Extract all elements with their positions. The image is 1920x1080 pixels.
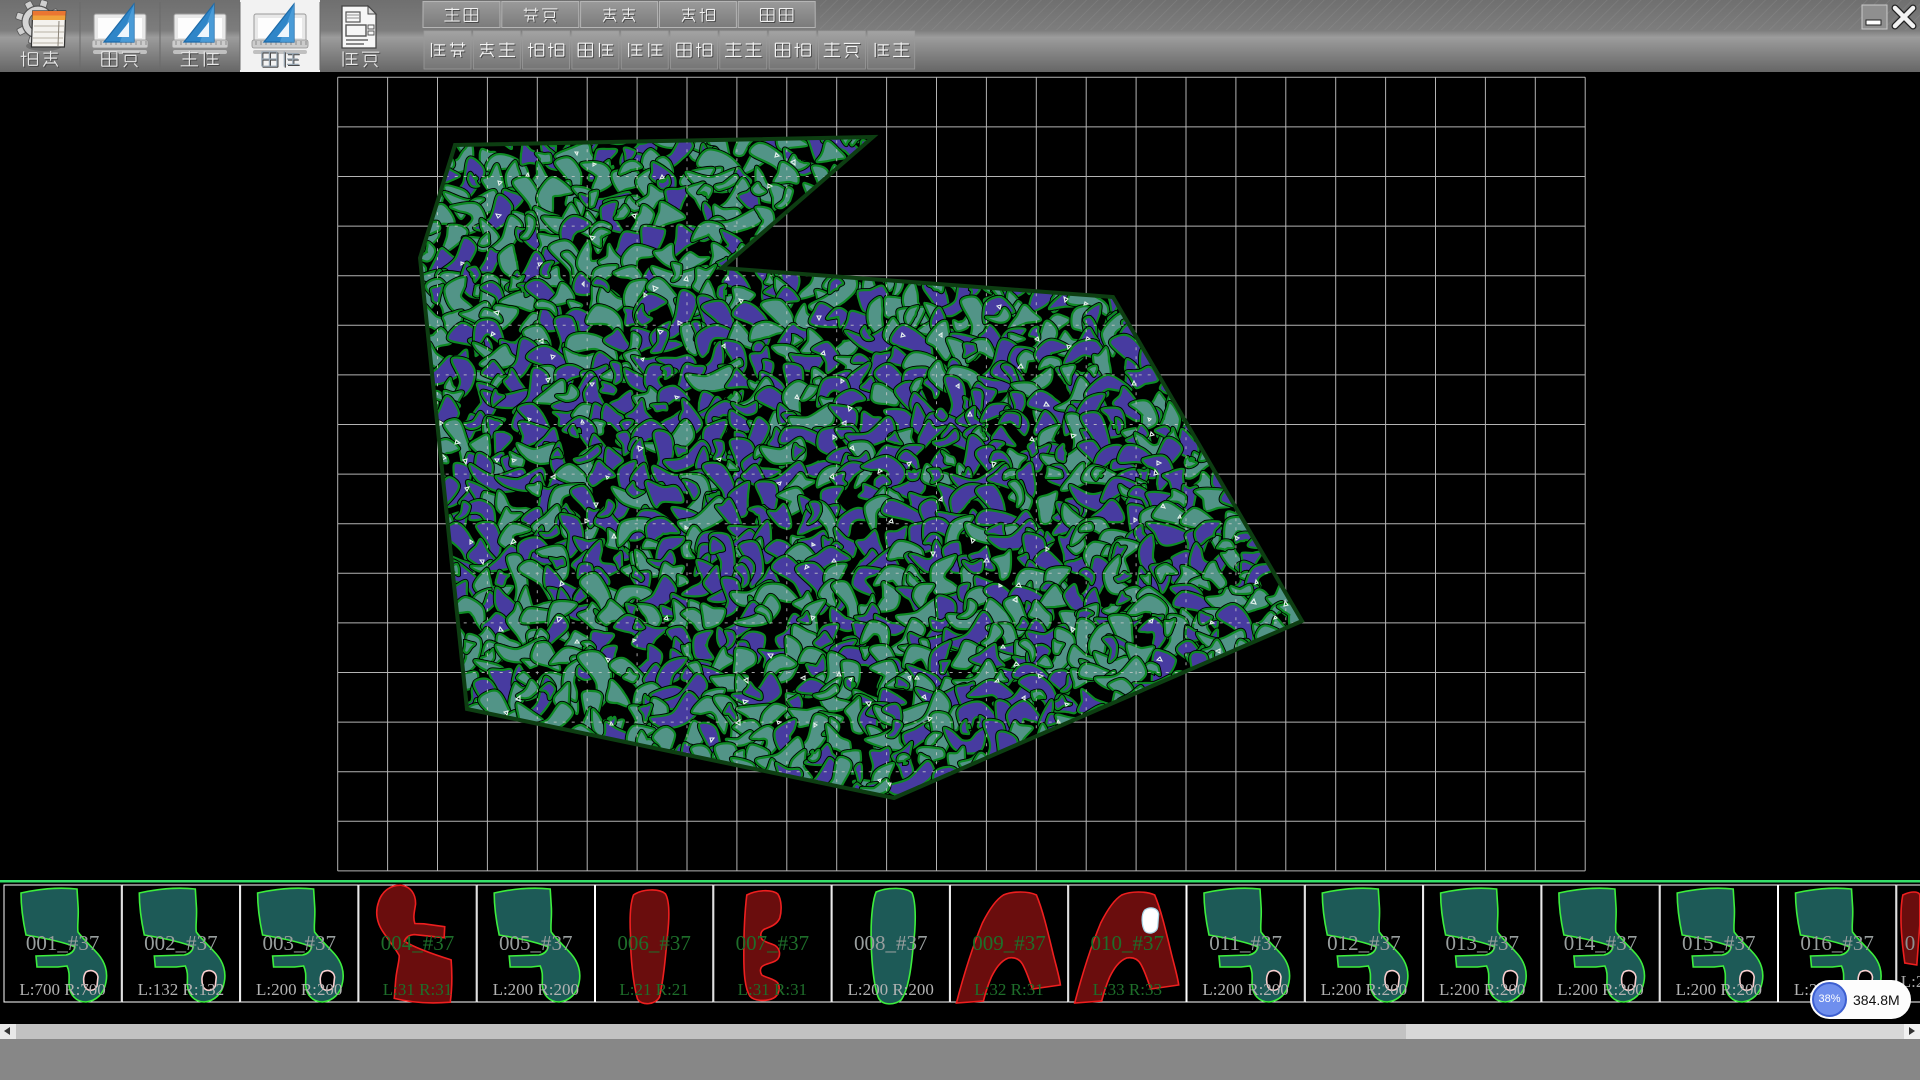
svg-text:L:21 R:21: L:21 R:21 [619,980,688,999]
svg-text:010_#37: 010_#37 [1091,931,1165,955]
svg-text:007_#37: 007_#37 [736,931,810,955]
svg-text:L:31 R:31: L:31 R:31 [383,980,452,999]
svg-text:L:33 R:33: L:33 R:33 [1093,980,1162,999]
svg-text:002_#37: 002_#37 [144,931,218,955]
svg-text:L:200 R:200: L:200 R:200 [1321,980,1407,999]
svg-text:003_#37: 003_#37 [262,931,336,955]
svg-text:001_#37: 001_#37 [26,931,100,955]
svg-text:L:200 R:200: L:200 R:200 [1557,980,1643,999]
svg-text:L:32 R:31: L:32 R:31 [974,980,1043,999]
svg-text:0: 0 [1905,931,1916,955]
svg-text:008_#37: 008_#37 [854,931,928,955]
svg-text:013_#37: 013_#37 [1445,931,1519,955]
svg-text:L:200 R:200: L:200 R:200 [256,980,342,999]
svg-text:L:200 R:200: L:200 R:200 [1676,980,1762,999]
svg-text:011_#37: 011_#37 [1209,931,1282,955]
svg-text:L:200 R:200: L:200 R:200 [1439,980,1525,999]
svg-text:012_#37: 012_#37 [1327,931,1401,955]
svg-text:016_#37: 016_#37 [1800,931,1874,955]
svg-text:L:132 R:132: L:132 R:132 [138,980,224,999]
svg-text:L:31 R:31: L:31 R:31 [738,980,807,999]
svg-text:005_#37: 005_#37 [499,931,573,955]
svg-text:006_#37: 006_#37 [617,931,691,955]
svg-text:L:700 R:700: L:700 R:700 [19,980,105,999]
svg-text:L:200 R:200: L:200 R:200 [493,980,579,999]
svg-text:009_#37: 009_#37 [972,931,1046,955]
svg-text:L:200 R:200: L:200 R:200 [847,980,933,999]
svg-text:L:200 R:200: L:200 R:200 [1202,980,1288,999]
svg-text:015_#37: 015_#37 [1682,931,1756,955]
svg-text:004_#37: 004_#37 [381,931,455,955]
svg-text:014_#37: 014_#37 [1564,931,1638,955]
